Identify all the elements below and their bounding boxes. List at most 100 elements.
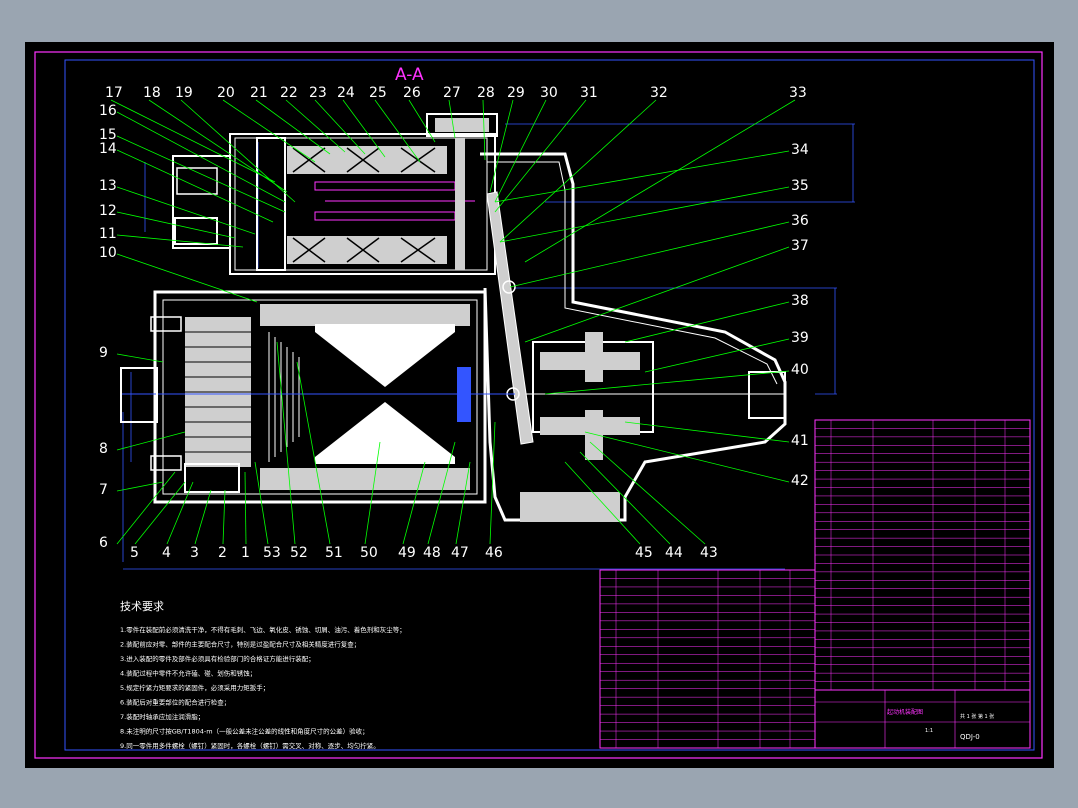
leader-5: [134, 481, 186, 545]
drawing-name: 起动机装配图: [887, 708, 923, 716]
part-label-26: 26: [403, 85, 421, 101]
part-label-2: 2: [218, 545, 227, 561]
drawing-code: QDJ-0: [960, 733, 980, 741]
part-label-37: 37: [791, 238, 809, 254]
leader-14: [116, 149, 274, 223]
tech-requirements-list: 1.零件在装配前必须清洗干净，不得有毛刺、飞边、氧化皮、锈蚀、切屑、油污、着色剂…: [120, 625, 406, 750]
part-label-6: 6: [99, 535, 108, 551]
section-title: A-A: [395, 65, 424, 85]
part-label-49: 49: [398, 545, 416, 561]
part-label-10: 10: [99, 245, 117, 261]
tech-requirement-item: 3.进入装配的零件及部件必须具有检验部门的合格证方能进行装配；: [120, 654, 315, 663]
table-frame: [599, 569, 816, 749]
leader-52: [276, 341, 296, 545]
tech-requirement-item: 2.装配前应对零、部件的主要配合尺寸，特别是过盈配合尺寸及相关精度进行复查；: [120, 640, 360, 649]
tech-requirement-item: 9.同一零件用多件螺栓（螺钉）紧固时，各螺栓（螺钉）需交叉、对称、逐步、均匀拧紧…: [120, 741, 380, 750]
part-label-8: 8: [99, 441, 108, 457]
part-label-17: 17: [105, 85, 123, 101]
part-label-45: 45: [635, 545, 653, 561]
part-label-31: 31: [580, 85, 598, 101]
leader-34: [494, 150, 790, 203]
part-label-43: 43: [700, 545, 718, 561]
leader-30: [494, 99, 547, 203]
drawing-scale: 1:1: [925, 728, 933, 734]
part-label-3: 3: [190, 545, 199, 561]
leader-11: [116, 234, 244, 248]
leader-40: [544, 370, 790, 395]
part-label-24: 24: [337, 85, 355, 101]
part-label-44: 44: [665, 545, 683, 561]
part-label-14: 14: [99, 141, 117, 157]
part-label-1: 1: [241, 545, 250, 561]
solenoid-switch: [172, 113, 498, 275]
part-label-25: 25: [369, 85, 387, 101]
leader-2: [222, 489, 226, 545]
part-label-34: 34: [791, 142, 809, 158]
motor: [120, 290, 515, 504]
drawing-viewport[interactable]: A-A 17 18 19 20 21 22 23 24 25 26 27 28 …: [25, 42, 1054, 768]
part-label-23: 23: [309, 85, 327, 101]
part-label-7: 7: [99, 482, 108, 498]
part-label-35: 35: [791, 178, 809, 194]
tech-requirement-item: 7.装配时轴承应加注润滑脂；: [120, 712, 204, 721]
part-label-51: 51: [325, 545, 343, 561]
part-label-48: 48: [423, 545, 441, 561]
part-label-41: 41: [791, 433, 809, 449]
part-label-18: 18: [143, 85, 161, 101]
tech-requirement-item: 8.未注明的尺寸按GB/T1804-m（一般公差未注公差的线性和角度尺寸的公差）…: [120, 727, 369, 736]
part-label-12: 12: [99, 203, 117, 219]
tech-requirements: 技术要求 1.零件在装配前必须清洗干净，不得有毛刺、飞边、氧化皮、锈蚀、切屑、油…: [120, 600, 406, 750]
leader-32: [499, 99, 657, 243]
part-label-36: 36: [791, 213, 809, 229]
part-label-30: 30: [540, 85, 558, 101]
part-label-52: 52: [290, 545, 308, 561]
part-label-42: 42: [791, 473, 809, 489]
part-label-29: 29: [507, 85, 525, 101]
part-label-22: 22: [280, 85, 298, 101]
part-label-47: 47: [451, 545, 469, 561]
part-label-53: 53: [263, 545, 281, 561]
tech-requirement-item: 5.规定拧紧力矩要求的紧固件，必须采用力矩扳手；: [120, 683, 269, 692]
parts-table-upper: [814, 419, 1031, 691]
part-label-11: 11: [99, 226, 117, 242]
leader-4: [166, 481, 194, 545]
leader-26: [408, 99, 436, 143]
tech-requirements-title: 技术要求: [120, 600, 164, 613]
leader-21: [255, 99, 331, 155]
starter-assembly: [120, 113, 787, 522]
leader-3: [194, 489, 212, 545]
leader-23: [314, 99, 366, 155]
leader-17: [110, 99, 276, 183]
leader-42: [584, 431, 790, 483]
part-label-20: 20: [217, 85, 235, 101]
parts-table-lower: [599, 569, 816, 749]
leader-18: [148, 99, 288, 193]
part-label-19: 19: [175, 85, 193, 101]
part-label-21: 21: [250, 85, 268, 101]
part-label-27: 27: [443, 85, 461, 101]
part-label-16: 16: [99, 103, 117, 119]
part-label-9: 9: [99, 345, 108, 361]
part-label-46: 46: [485, 545, 503, 561]
tech-requirement-item: 4.装配过程中零件不允许磕、碰、划伤和锈蚀；: [120, 669, 256, 678]
part-label-5: 5: [130, 545, 139, 561]
tech-requirement-item: 1.零件在装配前必须清洗干净，不得有毛刺、飞边、氧化皮、锈蚀、切屑、油污、着色剂…: [120, 625, 406, 634]
drawing-sheet: 共 1 张 第 1 张: [960, 713, 994, 720]
leader-10: [116, 253, 258, 303]
tech-requirement-item: 6.装配后对重要部位的配合进行检查；: [120, 698, 230, 707]
part-label-38: 38: [791, 293, 809, 309]
leader-35: [499, 186, 790, 243]
part-label-32: 32: [650, 85, 668, 101]
cad-drawing: A-A 17 18 19 20 21 22 23 24 25 26 27 28 …: [34, 51, 1043, 759]
leader-8: [116, 431, 186, 451]
part-label-13: 13: [99, 178, 117, 194]
leader-6: [116, 471, 176, 545]
drive-housing: [480, 152, 787, 522]
part-label-39: 39: [791, 330, 809, 346]
part-label-50: 50: [360, 545, 378, 561]
leader-22: [285, 99, 346, 153]
part-label-28: 28: [477, 85, 495, 101]
title-block: 起动机装配图 QDJ-0 1:1 共 1 张 第 1 张: [814, 689, 1031, 749]
leader-19: [180, 99, 296, 203]
part-label-4: 4: [162, 545, 171, 561]
